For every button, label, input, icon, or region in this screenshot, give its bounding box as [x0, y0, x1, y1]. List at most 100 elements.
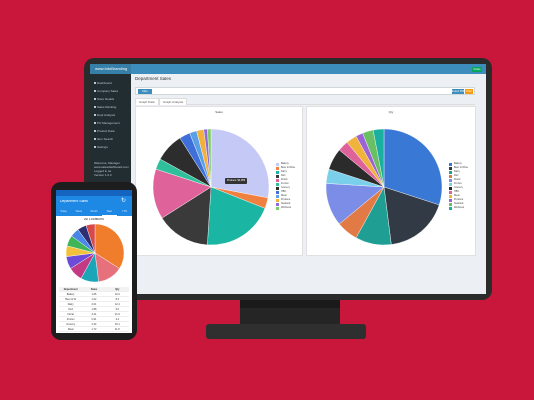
table-cell: 1.88 — [91, 307, 97, 311]
sidebar-item-settings[interactable]: Settings — [94, 144, 130, 150]
table-cell: Produce — [59, 333, 82, 334]
phone-tab-bar: Today Week Month Year YTD — [56, 208, 132, 216]
legend-label: Wellness — [281, 206, 292, 209]
legend-swatch — [449, 202, 452, 206]
phone-data-table: Department Sales Qty Bakery 1.66 10.0 Beer … — [59, 287, 129, 333]
qty-legend-item[interactable]: Wellness — [449, 206, 468, 210]
table-row[interactable]: Produce3.0219.3 — [59, 332, 129, 334]
table-cell: Floral — [67, 312, 74, 316]
table-cell: 1.02 — [91, 297, 97, 301]
table-cell: Frozen — [66, 317, 75, 321]
legend-swatch — [276, 194, 279, 198]
legend-swatch — [449, 186, 452, 190]
sidebar-item-label: Item Search — [97, 137, 114, 141]
sales-chart-panel: Sales Bakery Beer & Wine Dairy Deli Floral Fr… — [135, 106, 303, 256]
sidebar-item-label: Dept Analysis — [97, 113, 116, 117]
user-info-line: Version 1.0.3 — [94, 172, 112, 177]
legend-swatch — [276, 178, 279, 182]
sidebar-item-label: Store Details — [97, 97, 115, 101]
refresh-icon[interactable]: ↻ — [121, 198, 127, 204]
sales-slice-bakery[interactable] — [210, 128, 270, 199]
search-icon — [94, 138, 96, 140]
legend-swatch — [276, 166, 279, 170]
phone-tab-ytd[interactable]: YTD — [117, 208, 132, 216]
export-button[interactable]: Export PDF — [452, 89, 464, 94]
table-cell: 9.6 — [115, 307, 120, 311]
legend-swatch — [276, 202, 279, 206]
column-header: Department — [63, 287, 78, 291]
sidebar-item-label: PO Management — [97, 121, 120, 125]
table-cell: Grocery — [66, 322, 76, 326]
phone-pie-chart[interactable] — [65, 222, 125, 284]
chart-icon — [94, 90, 96, 92]
sidebar-item-sales-ranking[interactable]: Sales Ranking — [94, 104, 130, 110]
tab-graph-data[interactable]: Graph Data — [135, 98, 159, 105]
analysis-icon — [94, 114, 96, 116]
sidebar-item-po-management[interactable]: PO Management — [94, 120, 130, 126]
table-cell: Dairy — [67, 302, 74, 306]
legend-swatch — [276, 170, 279, 174]
column-header: Sales — [90, 287, 98, 291]
legend-swatch — [276, 198, 279, 202]
table-cell: Deli — [68, 307, 73, 311]
filter-bar: Filter Export PDF Print — [135, 87, 475, 95]
column-header: Qty — [115, 287, 120, 291]
print-button[interactable]: Print — [465, 89, 473, 94]
table-cell: 10.0 — [114, 292, 120, 296]
sidebar-item-label: Company Sales — [97, 89, 119, 93]
sidebar-item-store-details[interactable]: Store Details — [94, 96, 130, 102]
sales-legend-item[interactable]: Wellness — [276, 206, 295, 210]
legend-swatch — [449, 170, 452, 174]
brand-logo[interactable]: www.InfoBranding — [90, 64, 131, 74]
filter-button[interactable]: Filter — [138, 89, 152, 94]
brand-text: www.InfoBranding — [95, 67, 128, 71]
store-icon — [94, 98, 96, 100]
table-cell: 2.44 — [91, 322, 97, 326]
chart-legend: Bakery Beer & Wine Dairy Deli Floral Frozen Gr… — [449, 162, 468, 210]
desktop-screen: www.InfoBranding Online Dashboard Compan… — [90, 64, 486, 294]
legend-swatch — [449, 194, 452, 198]
table-cell: 19.3 — [106, 333, 129, 334]
phone-tab-month[interactable]: Month — [86, 208, 101, 216]
legend-swatch — [449, 190, 452, 194]
phone-tab-year[interactable]: Year — [101, 208, 117, 216]
table-cell: 2.01 — [91, 302, 97, 306]
phone-tab-today[interactable]: Today — [56, 208, 71, 216]
sidebar-item-dept-analysis[interactable]: Dept Analysis — [94, 112, 130, 118]
phone-screen: Department Sales ↻ Today Week Month Year… — [56, 190, 132, 333]
chart-tooltip: Produce: $4,859 — [225, 178, 247, 184]
ranking-icon — [94, 106, 96, 108]
table-cell: 0.91 — [91, 317, 97, 321]
sidebar-item-dashboard[interactable]: Dashboard — [94, 80, 130, 86]
user-info: Welcome, Manager www.salesdashboard.com … — [94, 161, 130, 178]
table-cell: Bakery — [66, 292, 75, 296]
pie-slices — [65, 223, 125, 283]
legend-swatch — [449, 182, 452, 186]
legend-swatch — [449, 206, 452, 210]
main-content: Department Sales Filter Export PDF Print… — [131, 74, 486, 294]
dashboard-icon — [94, 82, 96, 84]
table-cell: 12.4 — [114, 302, 120, 306]
legend-swatch — [449, 178, 452, 182]
pie-slices — [325, 128, 443, 246]
monitor-stand-base — [206, 324, 366, 339]
legend-swatch — [449, 166, 452, 170]
sidebar-item-label: Sales Ranking — [97, 105, 117, 109]
table-cell: Meat — [67, 327, 74, 331]
table-body: Bakery 1.66 10.0 Beer & W 1.02 8.3 Dairy 2.01 12… — [59, 292, 129, 333]
legend-swatch — [449, 174, 452, 178]
sidebar-item-product-data[interactable]: Product Data — [94, 128, 130, 134]
table-cell: Beer & W — [65, 297, 77, 301]
legend-swatch — [276, 174, 279, 178]
sidebar-item-company-sales[interactable]: Company Sales — [94, 88, 130, 94]
table-cell: 8.3 — [115, 297, 120, 301]
table-cell: 4.2 — [115, 317, 120, 321]
qty-chart-panel: Qty Bakery Beer & Wine Dairy Deli Floral Froz… — [306, 106, 476, 256]
product-icon — [94, 130, 96, 132]
table-cell: 15.1 — [114, 322, 120, 326]
legend-swatch — [276, 182, 279, 186]
legend-swatch — [449, 162, 452, 166]
phone-tab-week[interactable]: Week — [71, 208, 86, 216]
sidebar-item-item-search[interactable]: Item Search — [94, 136, 130, 142]
tab-graph-analysis[interactable]: Graph Analysis — [159, 98, 188, 105]
